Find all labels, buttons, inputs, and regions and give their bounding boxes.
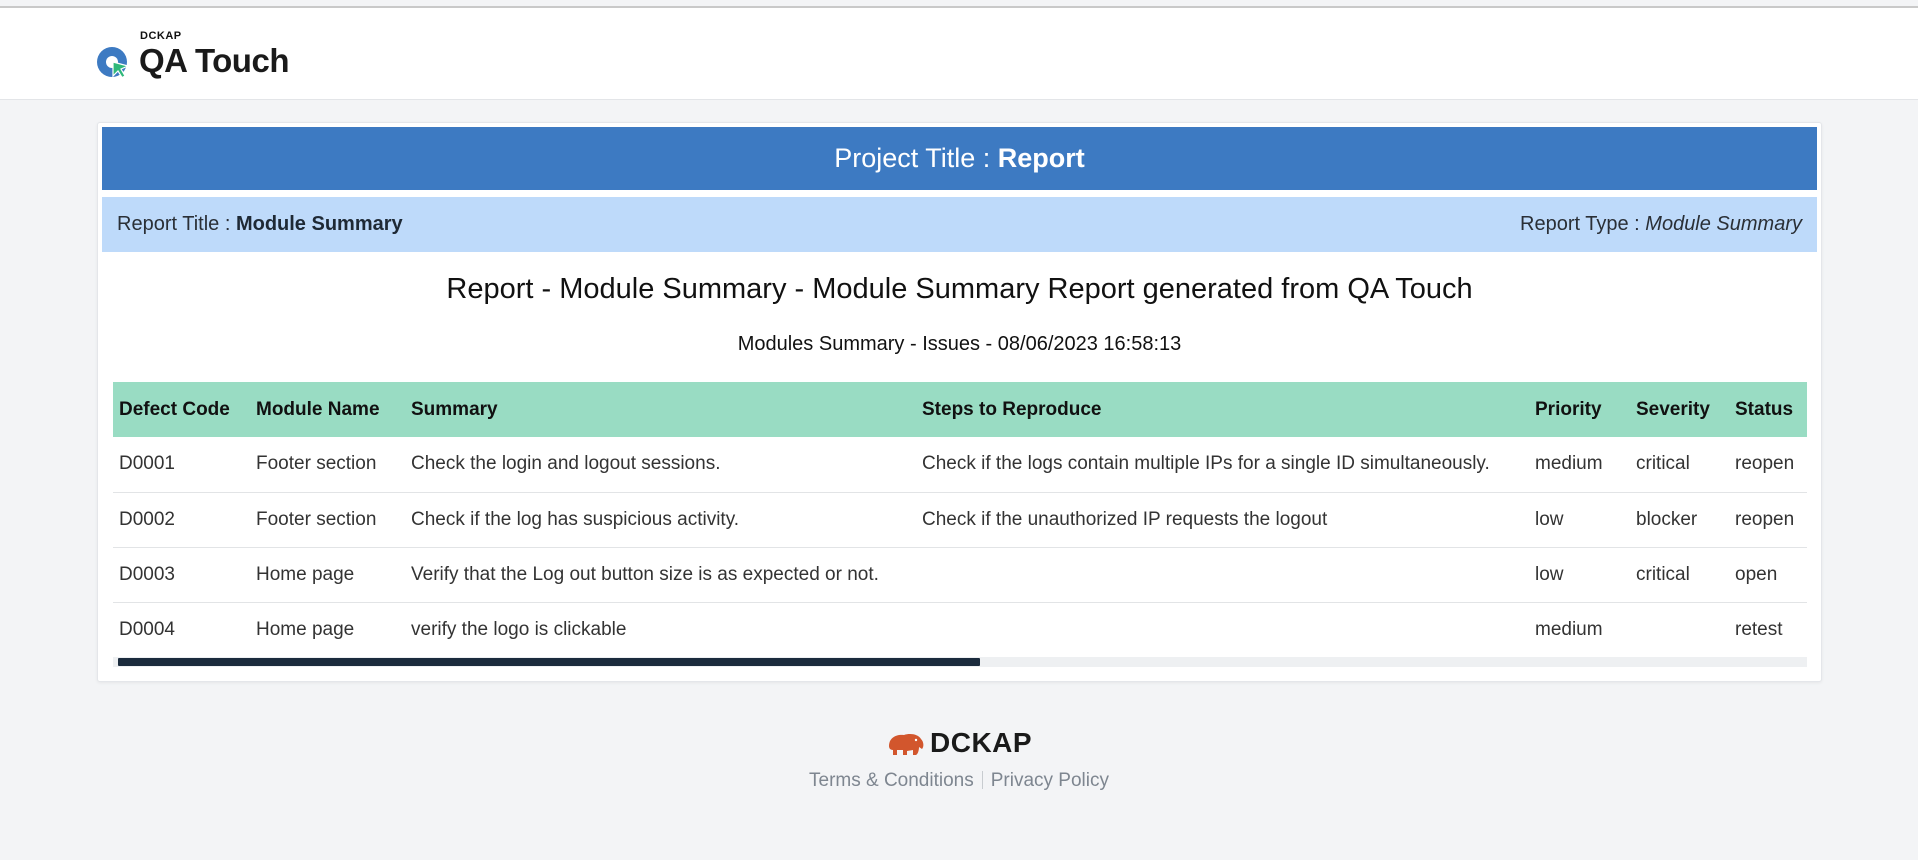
report-title-value: Module Summary <box>235 213 403 235</box>
cell-severity: blocker <box>1630 492 1729 548</box>
cell-severity <box>1630 602 1729 658</box>
column-header-status: Status <box>1729 382 1807 437</box>
report-info-bar: Report Title : Module Summary Report Typ… <box>102 197 1817 252</box>
dckap-footer-text: DCKAP <box>930 727 1033 758</box>
column-header-module-name: Module Name <box>250 382 405 437</box>
footer-link-divider <box>981 771 983 789</box>
report-title: Report Title : Module Summary <box>117 197 403 252</box>
cell-steps: Check if the logs contain multiple IPs f… <box>916 437 1529 493</box>
cell-priority: low <box>1529 492 1630 548</box>
defects-table-container: Defect Code Module Name Summary Steps to… <box>113 382 1807 667</box>
report-title-label: Report Title : <box>117 213 236 235</box>
scrollbar-thumb[interactable] <box>118 658 980 666</box>
cell-module-name: Footer section <box>250 492 405 548</box>
cell-steps <box>916 602 1529 658</box>
cell-priority: low <box>1529 547 1630 603</box>
column-header-priority: Priority <box>1529 382 1630 437</box>
column-header-severity: Severity <box>1630 382 1729 437</box>
project-title-bar: Project Title : Report <box>102 127 1817 190</box>
cell-steps: Check if the unauthorized IP requests th… <box>916 492 1529 548</box>
brand-name: QA Touch <box>139 42 289 79</box>
footer-links: Terms & Conditions Privacy Policy <box>0 770 1918 792</box>
report-heading: Report - Module Summary - Module Summary… <box>446 273 1473 305</box>
cell-priority: medium <box>1529 602 1630 658</box>
project-title-label: Project Title : <box>834 143 998 173</box>
defects-table: Defect Code Module Name Summary Steps to… <box>113 382 1807 658</box>
table-row: D0004 Home page verify the logo is click… <box>113 602 1807 658</box>
table-row: D0003 Home page Verify that the Log out … <box>113 547 1807 603</box>
cell-summary: Verify that the Log out button size is a… <box>405 547 916 603</box>
cell-status: reopen <box>1729 492 1807 548</box>
elephant-icon <box>889 734 924 755</box>
table-row: D0002 Footer section Check if the log ha… <box>113 492 1807 548</box>
cell-status: open <box>1729 547 1807 603</box>
cell-defect-code: D0004 <box>113 602 250 658</box>
report-type: Report Type : Module Summary <box>1520 197 1802 252</box>
table-header-row: Defect Code Module Name Summary Steps to… <box>113 382 1807 437</box>
cell-severity: critical <box>1630 547 1729 603</box>
report-card: Project Title : Report Report Title : Mo… <box>97 122 1822 682</box>
report-type-label: Report Type : <box>1520 213 1646 235</box>
qa-touch-logo[interactable]: DCKAP QA Touch <box>96 30 316 90</box>
cell-summary: verify the logo is clickable <box>405 602 916 658</box>
project-title-value: Report <box>997 143 1085 173</box>
dckap-footer-logo[interactable]: DCKAP <box>886 727 1046 758</box>
table-row: D0001 Footer section Check the login and… <box>113 437 1807 493</box>
horizontal-scrollbar[interactable] <box>113 657 1807 667</box>
cell-summary: Check the login and logout sessions. <box>405 437 916 493</box>
report-subheading: Modules Summary - Issues - 08/06/2023 16… <box>737 333 1182 355</box>
cell-priority: medium <box>1529 437 1630 493</box>
cell-steps <box>916 547 1529 603</box>
column-header-steps-to-reproduce: Steps to Reproduce <box>916 382 1529 437</box>
cell-status: reopen <box>1729 437 1807 493</box>
cell-module-name: Home page <box>250 547 405 603</box>
page-footer: DCKAP Terms & Conditions Privacy Policy <box>0 727 1918 808</box>
brand-company-label: DCKAP <box>140 30 182 42</box>
terms-link[interactable]: Terms & Conditions <box>809 770 974 791</box>
cell-status: retest <box>1729 602 1807 658</box>
column-header-defect-code: Defect Code <box>113 382 250 437</box>
cell-defect-code: D0001 <box>113 437 250 493</box>
cell-module-name: Home page <box>250 602 405 658</box>
column-header-summary: Summary <box>405 382 916 437</box>
cell-summary: Check if the log has suspicious activity… <box>405 492 916 548</box>
qa-touch-mark-icon <box>97 47 130 79</box>
cell-severity: critical <box>1630 437 1729 493</box>
report-type-value: Module Summary <box>1645 213 1802 235</box>
privacy-link[interactable]: Privacy Policy <box>991 770 1109 791</box>
cell-module-name: Footer section <box>250 437 405 493</box>
cell-defect-code: D0002 <box>113 492 250 548</box>
cell-defect-code: D0003 <box>113 547 250 603</box>
app-header: DCKAP QA Touch <box>0 8 1918 100</box>
